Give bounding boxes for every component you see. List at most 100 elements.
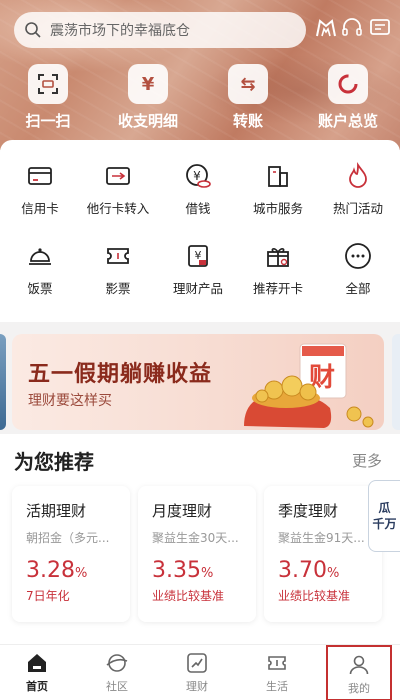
life-icon [268,656,286,670]
rate-value: 3.35 [152,558,201,583]
product-name: 月度理财 [152,502,213,520]
service-loan[interactable]: ¥ 借钱 [158,160,238,217]
quick-label: 收支明细 [117,112,178,130]
service-movie-ticket[interactable]: 影票 [78,240,158,297]
credit-card-icon [24,160,56,192]
headset-icon[interactable] [338,14,366,42]
product-rate: 3.35% [152,558,256,583]
banner-subtitle: 理财要这样买 [28,393,112,409]
product-desc: 聚益生金91天... [278,531,365,545]
gift-icon [262,240,294,272]
product-card[interactable]: 活期理财 朝招金（多元... 3.28% 7日年化 [12,486,130,622]
service-label: 推荐开卡 [252,281,303,296]
rate-unit: % [200,566,214,581]
quick-scan[interactable]: 扫一扫 [8,64,88,131]
message-icon[interactable] [366,14,394,42]
quick-statement[interactable]: ¥ 收支明细 [108,64,188,131]
product-name: 季度理财 [278,502,339,520]
service-city[interactable]: 城市服务 [238,160,318,217]
rate-note: 业绩比较基准 [152,589,225,603]
side-tag-line: 千万 [372,517,397,531]
finance-doc-icon: ¥ [182,240,214,272]
money-bag-illustration: 财 [244,343,374,428]
tab-label: 理财 [186,680,208,693]
tab-life[interactable]: 生活 [244,645,310,700]
service-hot-activity[interactable]: 热门活动 [318,160,398,217]
mall-icon[interactable] [312,14,340,42]
service-label: 信用卡 [21,201,59,216]
svg-text:¥: ¥ [193,169,201,183]
section-title: 为您推荐 [14,450,94,474]
prev-banner-peek[interactable] [0,334,6,430]
service-label: 理财产品 [172,281,223,296]
product-rate: 3.28% [26,558,130,583]
tab-label: 生活 [266,680,288,693]
ticket-icon [102,240,134,272]
product-name: 活期理财 [26,502,87,520]
service-label: 城市服务 [252,201,303,216]
banner-title: 五一假期躺赚收益 [28,362,213,387]
transfer-icon: ⇆ [228,64,268,104]
tab-label: 我的 [348,682,370,695]
side-promo-tag[interactable]: 瓜 千万 [368,480,400,552]
product-card[interactable]: 季度理财 聚益生金91天... 3.70% 业绩比较基准 [264,486,382,622]
service-label: 影票 [105,281,131,296]
chart-icon [187,653,207,673]
home-icon [28,654,46,672]
service-meal-ticket[interactable]: 饭票 [0,240,80,297]
product-rate: 3.70% [278,558,382,583]
coin-icon: ¥ [182,160,214,192]
more-link[interactable]: 更多 [352,450,382,471]
quick-overview[interactable]: 账户总览 [308,64,388,131]
header-banner: 震荡市场下的幸福底仓 扫一扫 ¥ 收支明细 ⇆ 转账 账户总览 [0,0,400,150]
dish-icon [24,240,56,272]
promo-banner[interactable]: 五一假期躺赚收益 理财要这样买 财 [12,334,384,430]
product-desc: 聚益生金30天... [152,531,239,545]
tab-finance[interactable]: 理财 [164,645,230,700]
tab-mine[interactable]: 我的 [326,645,392,700]
next-banner-peek[interactable] [392,334,400,430]
service-card-transfer[interactable]: 他行卡转入 [78,160,158,217]
service-all[interactable]: 全部 [318,240,398,297]
tab-community[interactable]: 社区 [84,645,150,700]
rate-note: 业绩比较基准 [278,589,351,603]
rate-value: 3.28 [26,558,75,583]
quick-label: 转账 [232,112,263,130]
search-icon [25,22,41,38]
service-refer-card[interactable]: 推荐开卡 [238,240,318,297]
bottom-tab-bar: 首页 社区 理财 生活 我的 [0,644,400,700]
building-icon [262,160,294,192]
card-transfer-icon [102,160,134,192]
service-label: 热门活动 [332,201,383,216]
service-grid: 信用卡 他行卡转入 ¥ 借钱 城市服务 热门活动 饭票 影票 ¥ 理财产品 推荐… [0,140,400,322]
tab-label: 首页 [26,680,48,693]
quick-label: 账户总览 [317,112,378,130]
rate-unit: % [74,566,88,581]
rate-value: 3.70 [278,558,327,583]
service-credit-card[interactable]: 信用卡 [0,160,80,217]
service-label: 他行卡转入 [86,201,150,216]
search-placeholder: 震荡市场下的幸福底仓 [50,23,190,39]
tab-home[interactable]: 首页 [4,645,70,700]
quick-label: 扫一扫 [25,112,71,130]
yuan-icon: ¥ [128,64,168,104]
flame-icon [342,160,374,192]
rate-unit: % [326,566,340,581]
banner-carousel: 五一假期躺赚收益 理财要这样买 财 [0,322,400,434]
community-icon [106,654,128,672]
rate-note: 7日年化 [26,589,70,603]
user-icon [349,655,369,675]
product-desc: 朝招金（多元... [26,531,110,545]
search-bar[interactable]: 震荡市场下的幸福底仓 [14,12,306,48]
quick-transfer[interactable]: ⇆ 转账 [208,64,288,131]
service-label: 借钱 [185,201,211,216]
service-label: 全部 [345,281,371,296]
side-tag-line: 瓜 [378,501,391,515]
recommend-section: 为您推荐 更多 活期理财 朝招金（多元... 3.28% 7日年化 月度理财 聚… [0,434,400,644]
service-finance-products[interactable]: ¥ 理财产品 [158,240,238,297]
service-label: 饭票 [27,281,53,296]
more-icon [342,240,374,272]
product-card[interactable]: 月度理财 聚益生金30天... 3.35% 业绩比较基准 [138,486,256,622]
pie-chart-icon [328,64,368,104]
tab-label: 社区 [106,680,128,693]
